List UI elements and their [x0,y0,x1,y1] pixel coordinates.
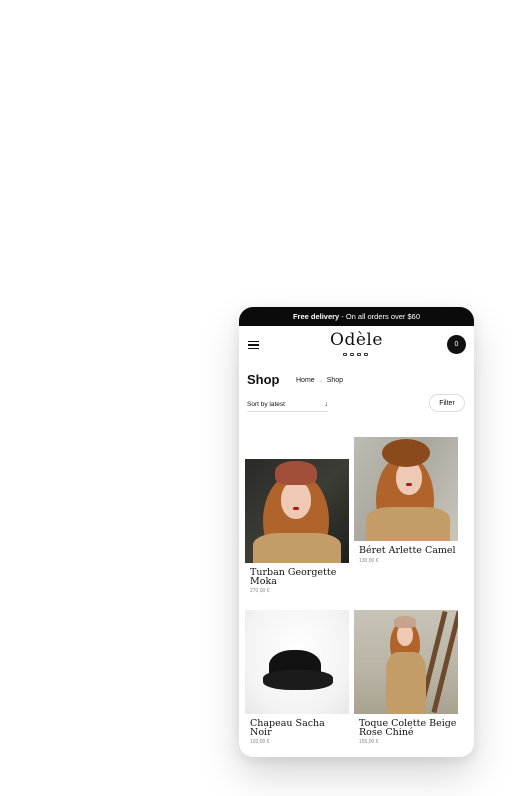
beret-photo[interactable] [354,437,458,541]
site-header: Odèle 0 [239,326,474,364]
title-row: Shop Home → Shop [239,364,474,394]
turban-hat-photo[interactable] [245,459,349,563]
sort-label: Sort by latest [247,400,285,408]
promo-bold-text: Free delivery [292,312,340,321]
product-card[interactable]: Toque Colette Beige Rose Chiné 155,00 € [354,610,458,745]
product-name[interactable]: Turban Georgette Moka [250,568,349,586]
breadcrumb-current: Shop [326,377,344,384]
product-price: 155,00 € [359,739,379,745]
product-price: 120,00 € [250,739,270,745]
promo-banner: Free delivery - On all orders over $60 [239,307,474,326]
promo-text: - On all orders over $60 [341,312,421,321]
filter-button[interactable]: Filter [429,394,465,412]
product-price: 130,00 € [359,557,379,564]
logo-mark-icon [343,353,368,356]
product-price: 270,00 € [250,588,270,594]
product-card[interactable]: Béret Arlette Camel 130,00 € [354,437,458,564]
product-name[interactable]: Chapeau Sacha Noir [250,719,349,737]
cart-button[interactable]: 0 [447,335,466,354]
cart-count: 0 [454,341,459,348]
breadcrumb: Home → Shop [296,377,343,384]
phone-frame: Free delivery - On all orders over $60 O… [239,307,474,757]
site-logo[interactable]: Odèle [239,330,474,350]
black-hat-photo[interactable] [245,610,349,714]
sort-arrow-icon: ↓ [324,400,329,408]
shop-controls: Sort by latest ↓ Filter [239,394,474,416]
breadcrumb-arrow-icon: → [317,377,324,384]
product-name[interactable]: Toque Colette Beige Rose Chiné [359,719,458,737]
product-card[interactable]: Turban Georgette Moka 270,00 € [245,459,349,594]
sort-select[interactable]: Sort by latest ↓ [247,397,328,412]
product-card[interactable]: Chapeau Sacha Noir 120,00 € [245,610,349,745]
toque-photo[interactable] [354,610,458,714]
product-name[interactable]: Béret Arlette Camel [359,546,458,556]
breadcrumb-home-link[interactable]: Home [296,377,315,384]
page-title: Shop [247,372,280,387]
